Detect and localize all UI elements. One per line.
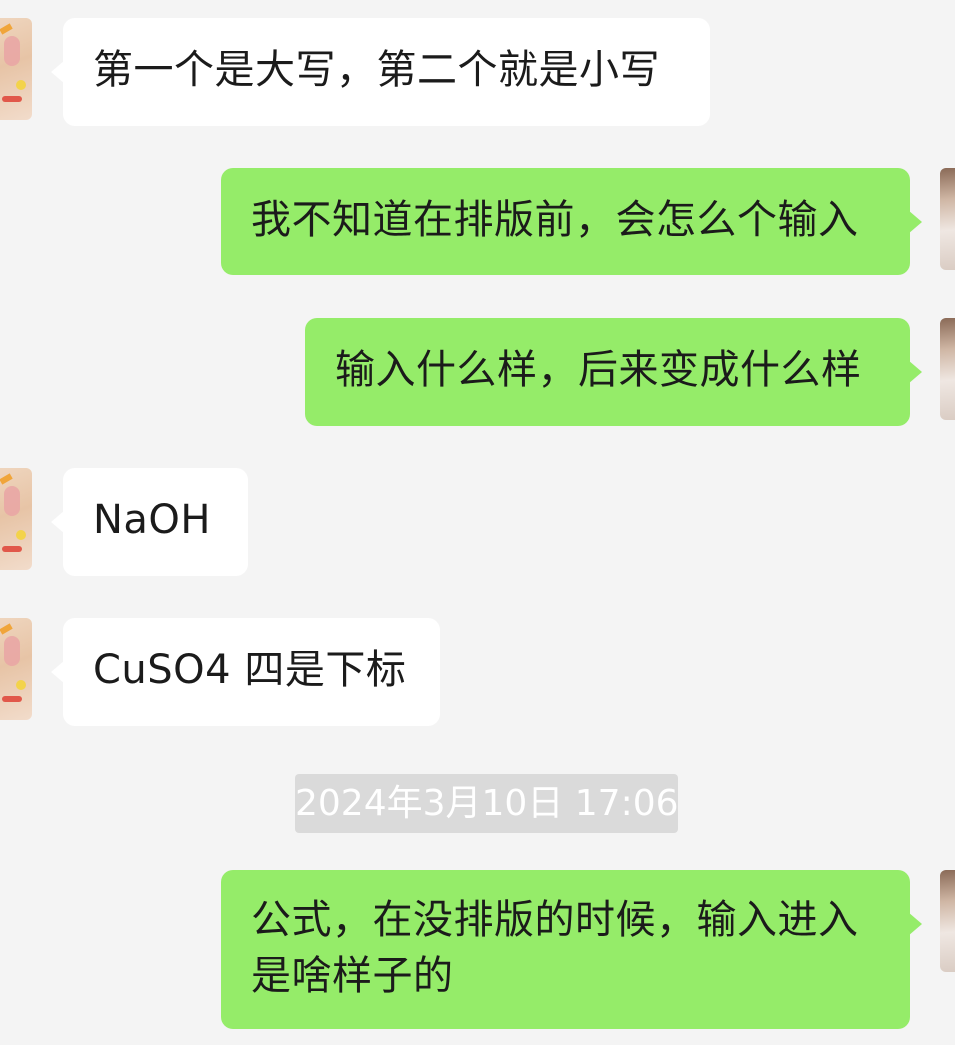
message-bubble-outgoing[interactable]: 我不知道在排版前，会怎么个输入 [221, 168, 922, 275]
avatar-decoration [2, 696, 22, 702]
message-text-line: 是啥样子的 [251, 953, 454, 999]
avatar-decoration [0, 473, 13, 485]
message-text: 第一个是大写，第二个就是小写 [93, 47, 660, 93]
timestamp-label: 2024年3月10日 17:06 [295, 774, 679, 833]
self-avatar[interactable] [940, 870, 955, 972]
message-bubble-incoming[interactable]: CuSO4 四是下标 [51, 618, 440, 726]
contact-avatar[interactable] [0, 18, 32, 120]
avatar-decoration [0, 23, 13, 35]
message-text: 我不知道在排版前，会怎么个输入 [251, 197, 859, 243]
message-bubble-outgoing[interactable]: 输入什么样，后来变成什么样 [305, 318, 922, 426]
message-text: NaOH [93, 497, 211, 543]
avatar-decoration [4, 636, 20, 666]
avatar-decoration [4, 486, 20, 516]
contact-avatar[interactable] [0, 468, 32, 570]
message-text: 输入什么样，后来变成什么样 [335, 347, 862, 393]
avatar-decoration [4, 36, 20, 66]
avatar-decoration [16, 80, 26, 90]
message-text: CuSO4 四是下标 [93, 647, 407, 693]
self-avatar[interactable] [940, 168, 955, 270]
message-text-line: 公式，在没排版的时候，输入进入 [251, 897, 859, 943]
avatar-decoration [0, 623, 13, 635]
message-bubble-incoming[interactable]: NaOH [51, 468, 248, 576]
self-avatar[interactable] [940, 318, 955, 420]
avatar-decoration [16, 680, 26, 690]
avatar-decoration [2, 96, 22, 102]
avatar-decoration [16, 530, 26, 540]
contact-avatar[interactable] [0, 618, 32, 720]
avatar-decoration [2, 546, 22, 552]
message-bubble-outgoing[interactable]: 公式，在没排版的时候，输入进入 是啥样子的 [221, 870, 922, 1029]
message-bubble-incoming[interactable]: 第一个是大写，第二个就是小写 [51, 18, 710, 126]
